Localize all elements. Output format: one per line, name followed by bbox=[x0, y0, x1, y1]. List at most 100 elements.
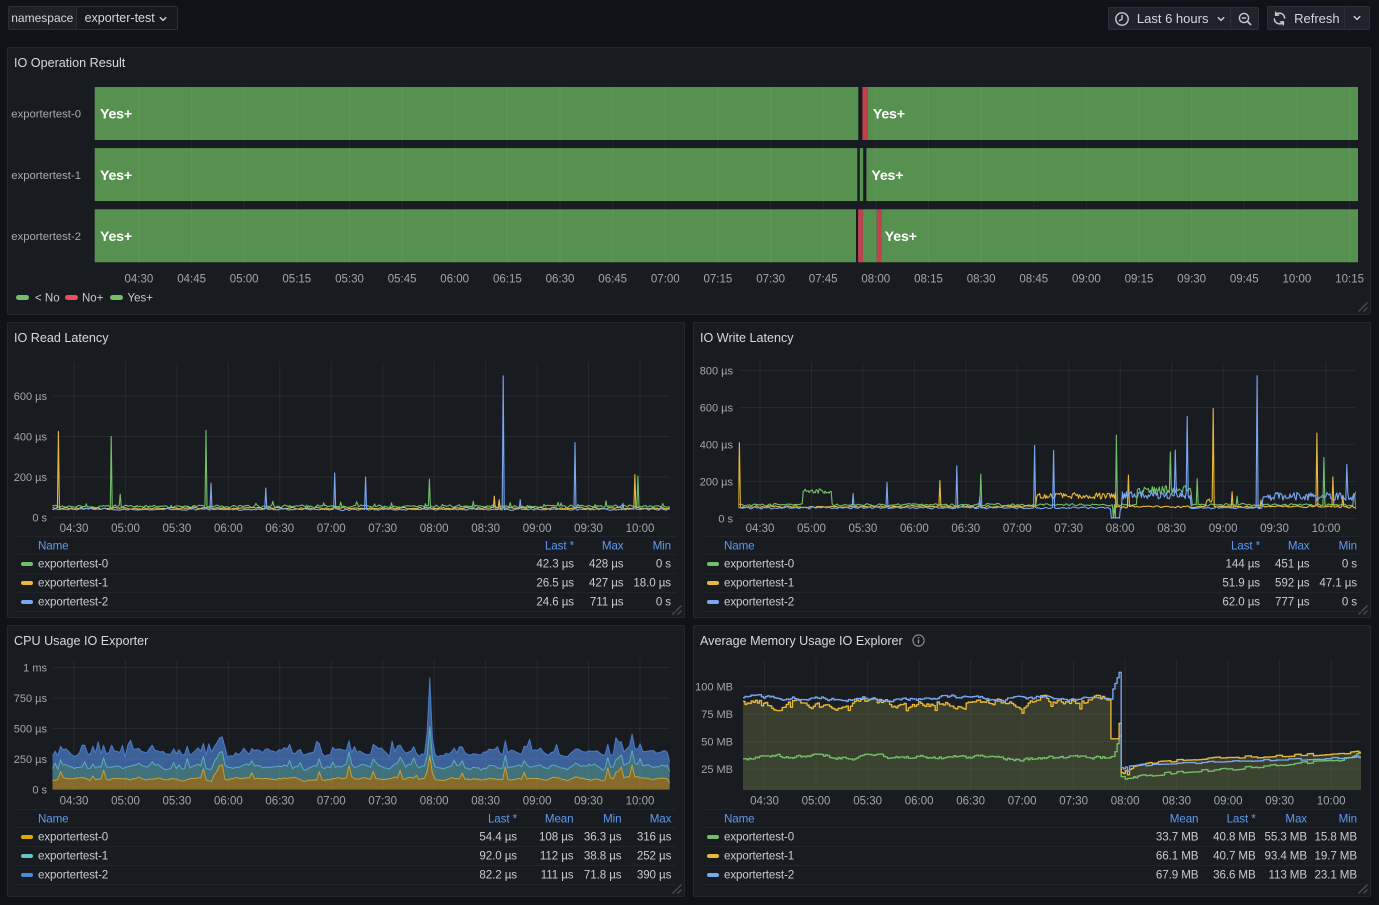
svg-text:06:30: 06:30 bbox=[956, 796, 985, 808]
svg-text:05:30: 05:30 bbox=[163, 523, 192, 535]
svg-text:07:00: 07:00 bbox=[651, 274, 680, 286]
svg-text:05:00: 05:00 bbox=[111, 796, 140, 808]
svg-text:04:30: 04:30 bbox=[60, 796, 89, 808]
svg-text:750 µs: 750 µs bbox=[14, 693, 48, 705]
svg-text:07:30: 07:30 bbox=[1059, 796, 1088, 808]
svg-text:09:00: 09:00 bbox=[1072, 274, 1101, 286]
svg-text:06:30: 06:30 bbox=[265, 523, 294, 535]
svg-text:07:00: 07:00 bbox=[317, 523, 346, 535]
svg-text:100 MB: 100 MB bbox=[695, 682, 733, 694]
svg-text:200 µs: 200 µs bbox=[14, 472, 48, 484]
svg-text:25 MB: 25 MB bbox=[701, 764, 733, 776]
svg-text:08:15: 08:15 bbox=[914, 274, 943, 286]
svg-text:04:30: 04:30 bbox=[750, 796, 779, 808]
svg-text:06:00: 06:00 bbox=[900, 523, 929, 535]
svg-text:< No: < No bbox=[35, 293, 60, 305]
svg-text:09:00: 09:00 bbox=[1209, 523, 1238, 535]
svg-text:04:30: 04:30 bbox=[125, 274, 154, 286]
svg-text:07:30: 07:30 bbox=[368, 523, 397, 535]
svg-text:06:30: 06:30 bbox=[951, 523, 980, 535]
svg-text:08:00: 08:00 bbox=[1111, 796, 1140, 808]
svg-text:05:30: 05:30 bbox=[849, 523, 878, 535]
svg-text:05:00: 05:00 bbox=[802, 796, 831, 808]
svg-text:05:00: 05:00 bbox=[230, 274, 259, 286]
svg-text:10:00: 10:00 bbox=[1317, 796, 1346, 808]
svg-text:400 µs: 400 µs bbox=[700, 440, 734, 452]
svg-text:0 s: 0 s bbox=[32, 785, 47, 797]
svg-text:09:30: 09:30 bbox=[1260, 523, 1289, 535]
svg-text:07:30: 07:30 bbox=[1054, 523, 1083, 535]
svg-text:500 µs: 500 µs bbox=[14, 724, 48, 736]
svg-text:05:15: 05:15 bbox=[282, 274, 311, 286]
svg-text:09:15: 09:15 bbox=[1125, 274, 1154, 286]
svg-text:Yes+: Yes+ bbox=[873, 107, 905, 123]
svg-text:08:00: 08:00 bbox=[420, 523, 449, 535]
svg-text:06:00: 06:00 bbox=[440, 274, 469, 286]
svg-text:09:45: 09:45 bbox=[1230, 274, 1259, 286]
svg-text:250 µs: 250 µs bbox=[14, 754, 48, 766]
svg-text:06:30: 06:30 bbox=[265, 796, 294, 808]
svg-text:75 MB: 75 MB bbox=[701, 709, 733, 721]
svg-text:07:00: 07:00 bbox=[1008, 796, 1037, 808]
svg-text:200 µs: 200 µs bbox=[700, 477, 734, 489]
svg-text:600 µs: 600 µs bbox=[700, 403, 734, 415]
svg-text:10:00: 10:00 bbox=[1312, 523, 1341, 535]
svg-text:05:45: 05:45 bbox=[388, 274, 417, 286]
svg-text:08:30: 08:30 bbox=[1157, 523, 1186, 535]
svg-text:05:30: 05:30 bbox=[163, 796, 192, 808]
svg-text:07:00: 07:00 bbox=[1003, 523, 1032, 535]
svg-text:08:30: 08:30 bbox=[471, 523, 500, 535]
svg-text:Yes+: Yes+ bbox=[100, 107, 132, 123]
svg-text:08:30: 08:30 bbox=[1162, 796, 1191, 808]
svg-text:10:15: 10:15 bbox=[1335, 274, 1364, 286]
svg-text:0 s: 0 s bbox=[718, 514, 733, 526]
svg-text:06:00: 06:00 bbox=[905, 796, 934, 808]
svg-text:09:00: 09:00 bbox=[523, 523, 552, 535]
svg-text:06:00: 06:00 bbox=[214, 796, 243, 808]
svg-text:05:00: 05:00 bbox=[797, 523, 826, 535]
svg-text:600 µs: 600 µs bbox=[14, 391, 48, 403]
svg-text:Yes+: Yes+ bbox=[128, 293, 154, 305]
svg-text:1 ms: 1 ms bbox=[23, 663, 47, 675]
svg-text:10:00: 10:00 bbox=[1283, 274, 1312, 286]
svg-text:Yes+: Yes+ bbox=[100, 168, 132, 184]
svg-text:09:00: 09:00 bbox=[523, 796, 552, 808]
svg-text:exportertest-0: exportertest-0 bbox=[11, 109, 81, 121]
svg-text:09:30: 09:30 bbox=[1177, 274, 1206, 286]
svg-text:50 MB: 50 MB bbox=[701, 737, 733, 749]
svg-text:05:30: 05:30 bbox=[335, 274, 364, 286]
svg-text:05:30: 05:30 bbox=[853, 796, 882, 808]
svg-text:08:00: 08:00 bbox=[861, 274, 890, 286]
svg-text:06:15: 06:15 bbox=[493, 274, 522, 286]
svg-text:09:30: 09:30 bbox=[574, 796, 603, 808]
svg-text:09:30: 09:30 bbox=[574, 523, 603, 535]
svg-text:04:45: 04:45 bbox=[177, 274, 206, 286]
svg-text:08:00: 08:00 bbox=[1106, 523, 1135, 535]
svg-text:10:00: 10:00 bbox=[626, 796, 655, 808]
svg-text:07:30: 07:30 bbox=[368, 796, 397, 808]
svg-text:10:00: 10:00 bbox=[626, 523, 655, 535]
svg-text:400 µs: 400 µs bbox=[14, 432, 48, 444]
svg-text:06:30: 06:30 bbox=[546, 274, 575, 286]
svg-text:07:00: 07:00 bbox=[317, 796, 346, 808]
svg-text:08:30: 08:30 bbox=[471, 796, 500, 808]
svg-text:Yes+: Yes+ bbox=[885, 229, 917, 245]
svg-text:04:30: 04:30 bbox=[746, 523, 775, 535]
svg-text:06:45: 06:45 bbox=[598, 274, 627, 286]
svg-text:800 µs: 800 µs bbox=[700, 366, 734, 378]
svg-text:06:00: 06:00 bbox=[214, 523, 243, 535]
svg-text:05:00: 05:00 bbox=[111, 523, 140, 535]
svg-text:Yes+: Yes+ bbox=[100, 229, 132, 245]
svg-text:09:30: 09:30 bbox=[1265, 796, 1294, 808]
svg-text:09:00: 09:00 bbox=[1214, 796, 1243, 808]
svg-text:exportertest-1: exportertest-1 bbox=[11, 170, 81, 182]
svg-text:07:30: 07:30 bbox=[756, 274, 785, 286]
svg-text:08:45: 08:45 bbox=[1019, 274, 1048, 286]
svg-text:No+: No+ bbox=[82, 293, 104, 305]
svg-text:0 s: 0 s bbox=[32, 513, 47, 525]
svg-text:07:45: 07:45 bbox=[809, 274, 838, 286]
svg-text:08:30: 08:30 bbox=[967, 274, 996, 286]
svg-text:07:15: 07:15 bbox=[704, 274, 733, 286]
svg-text:08:00: 08:00 bbox=[420, 796, 449, 808]
svg-text:exportertest-2: exportertest-2 bbox=[11, 231, 81, 243]
